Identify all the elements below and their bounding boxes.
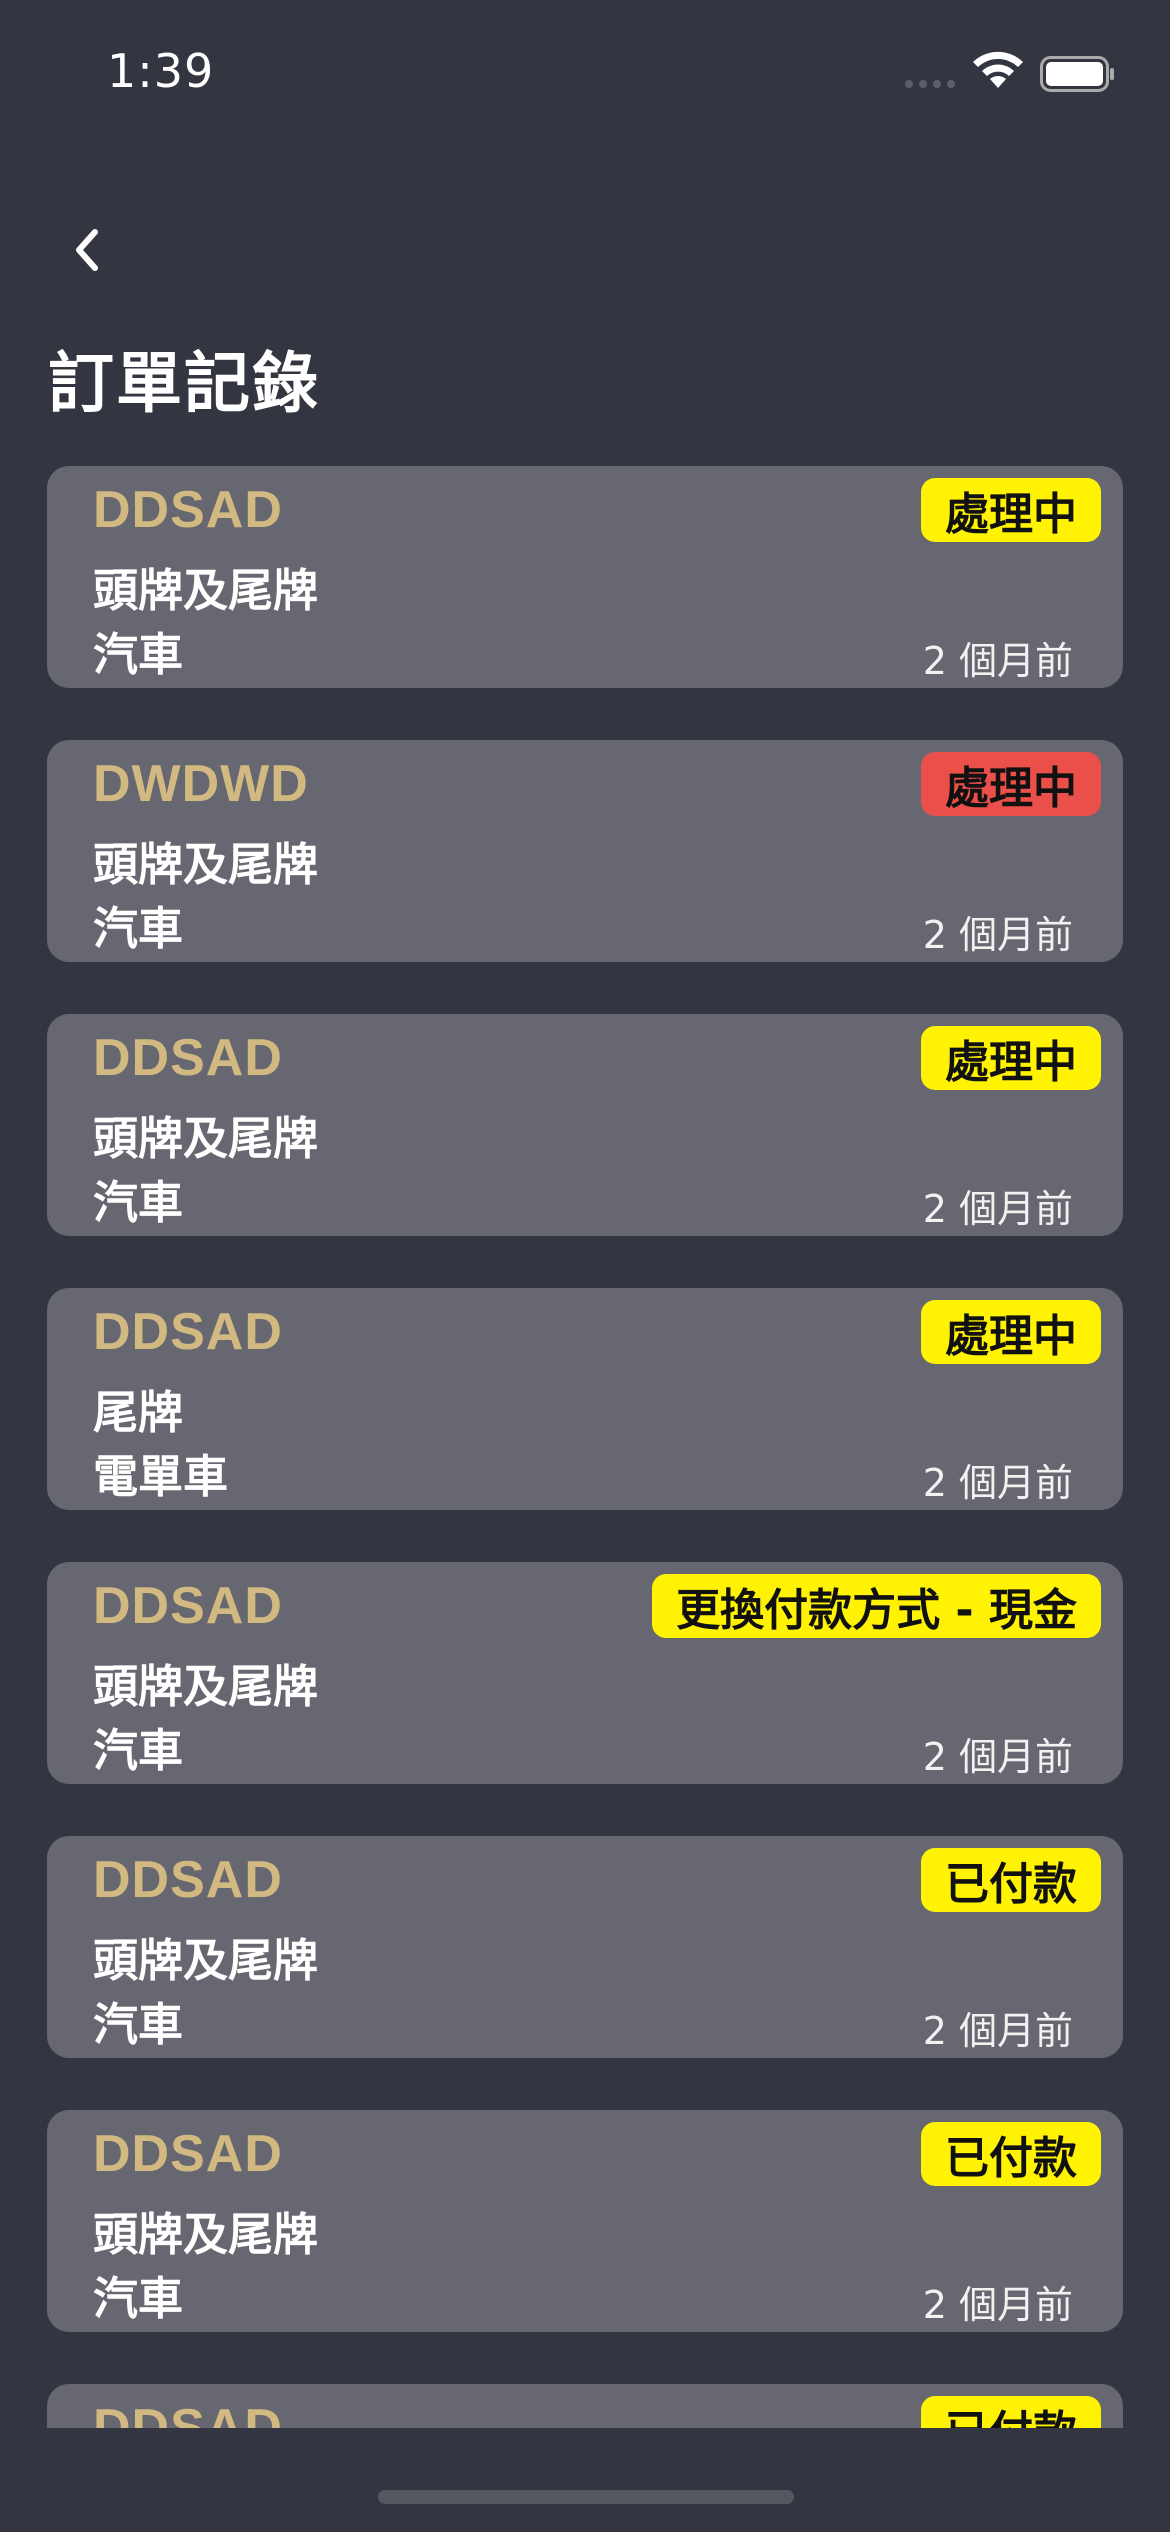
- order-list: DDSAD 處理中 頭牌及尾牌 汽車 2 個月前 DWDWD 處理中 頭牌及尾牌…: [0, 466, 1170, 2428]
- status-badge: 處理中: [921, 1300, 1101, 1364]
- plate-type: 頭牌及尾牌: [93, 2208, 319, 2261]
- order-time: 2 個月前: [922, 2009, 1073, 2053]
- order-card[interactable]: DDSAD 處理中 頭牌及尾牌 汽車 2 個月前: [47, 466, 1123, 688]
- order-card[interactable]: DDSAD 更換付款方式 - 現金 頭牌及尾牌 汽車 2 個月前: [47, 1562, 1123, 1784]
- order-card[interactable]: DDSAD 處理中 尾牌 電單車 2 個月前: [47, 1288, 1123, 1510]
- order-time: 2 個月前: [922, 1461, 1073, 1505]
- order-code: DDSAD: [93, 1577, 283, 1635]
- order-code: DWDWD: [93, 755, 309, 813]
- order-card[interactable]: DDSAD 已付款 頭牌及尾牌 汽車 2 個月前: [47, 1836, 1123, 2058]
- wifi-icon: [973, 51, 1023, 88]
- page-title: 訂單記錄: [48, 345, 320, 422]
- status-badge: 已付款: [921, 1848, 1101, 1912]
- back-button[interactable]: [56, 220, 116, 280]
- order-code: DDSAD: [93, 481, 283, 539]
- cellular-signal-icon: [905, 80, 955, 88]
- order-time: 2 個月前: [922, 1735, 1073, 1779]
- order-code: DDSAD: [93, 2399, 283, 2428]
- order-card[interactable]: DWDWD 處理中 頭牌及尾牌 汽車 2 個月前: [47, 740, 1123, 962]
- order-code: DDSAD: [93, 1029, 283, 1087]
- status-badge: 處理中: [921, 1026, 1101, 1090]
- order-card[interactable]: DDSAD 處理中 頭牌及尾牌 汽車 2 個月前: [47, 1014, 1123, 1236]
- status-time: 1:39: [107, 44, 215, 98]
- chevron-left-icon: [76, 229, 98, 271]
- vehicle-type: 汽車: [93, 1998, 184, 2051]
- home-indicator[interactable]: [378, 2490, 794, 2504]
- order-time: 2 個月前: [922, 1187, 1073, 1231]
- plate-type: 頭牌及尾牌: [93, 1112, 319, 1165]
- order-code: DDSAD: [93, 1303, 283, 1361]
- plate-type: 頭牌及尾牌: [93, 1660, 319, 1713]
- order-card[interactable]: DDSAD 已付款: [47, 2384, 1123, 2428]
- plate-type: 尾牌: [93, 1386, 184, 1439]
- vehicle-type: 汽車: [93, 1176, 184, 1229]
- order-time: 2 個月前: [922, 2283, 1073, 2327]
- vehicle-type: 汽車: [93, 1724, 184, 1777]
- status-badge: 處理中: [921, 752, 1101, 816]
- vehicle-type: 汽車: [93, 628, 184, 681]
- vehicle-type: 電單車: [93, 1450, 229, 1503]
- battery-icon: [1040, 56, 1114, 92]
- status-badge: 已付款: [921, 2122, 1101, 2186]
- status-badge: 已付款: [921, 2396, 1101, 2428]
- status-badge: 更換付款方式 - 現金: [652, 1574, 1101, 1638]
- order-time: 2 個月前: [922, 913, 1073, 957]
- order-time: 2 個月前: [922, 639, 1073, 683]
- plate-type: 頭牌及尾牌: [93, 838, 319, 891]
- screen: 1:39 訂單記錄 DDSAD 處理中 頭牌及尾牌 汽車 2 個月前 DWDWD…: [0, 0, 1170, 2532]
- order-code: DDSAD: [93, 2125, 283, 2183]
- vehicle-type: 汽車: [93, 902, 184, 955]
- plate-type: 頭牌及尾牌: [93, 564, 319, 617]
- status-bar: 1:39: [0, 0, 1170, 150]
- plate-type: 頭牌及尾牌: [93, 1934, 319, 1987]
- status-badge: 處理中: [921, 478, 1101, 542]
- order-card[interactable]: DDSAD 已付款 頭牌及尾牌 汽車 2 個月前: [47, 2110, 1123, 2332]
- order-code: DDSAD: [93, 1851, 283, 1909]
- vehicle-type: 汽車: [93, 2272, 184, 2325]
